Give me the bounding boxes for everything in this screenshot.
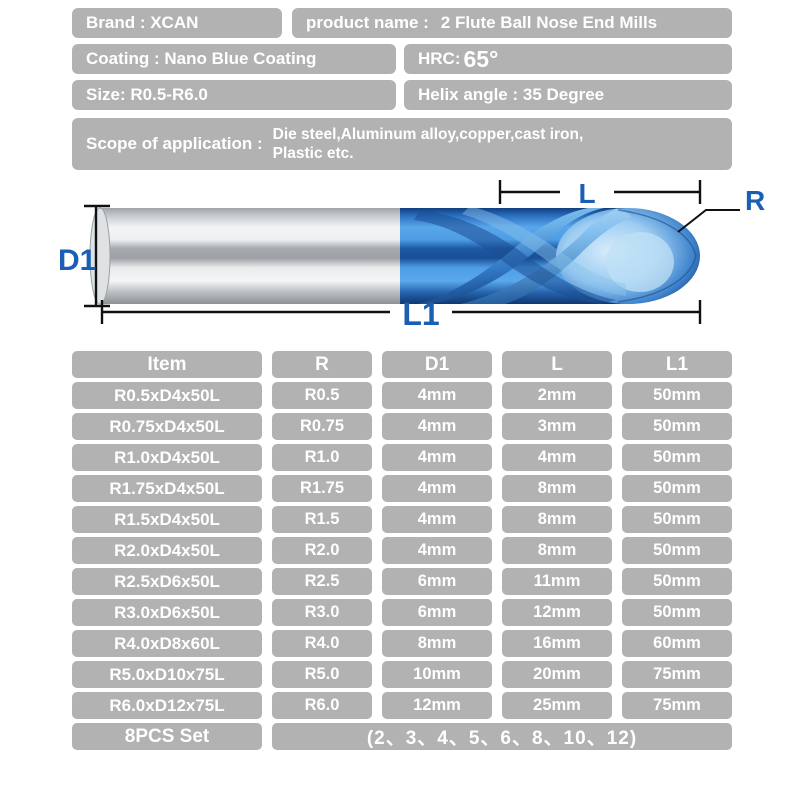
table-row-item: R5.0xD10x75L (72, 661, 262, 688)
table-cell: 50mm (622, 568, 732, 595)
spec-hrc: HRC: 65° (404, 44, 732, 74)
table-cell: R2.5 (272, 568, 372, 595)
table-cell: R3.0 (272, 599, 372, 626)
table-cell: 50mm (622, 506, 732, 533)
table-cell: R0.75 (272, 413, 372, 440)
table-cell: 75mm (622, 661, 732, 688)
table-cell: 4mm (382, 537, 492, 564)
table-header-l: L (502, 351, 612, 378)
table-cell: R4.0 (272, 630, 372, 657)
table-cell: 20mm (502, 661, 612, 688)
r-leader-line (677, 209, 740, 233)
table-cell: 8mm (502, 537, 612, 564)
table-cell: 50mm (622, 475, 732, 502)
table-header-r: R (272, 351, 372, 378)
spec-coating: Coating : Nano Blue Coating (72, 44, 396, 74)
table-cell: 16mm (502, 630, 612, 657)
table-row-item: R4.0xD8x60L (72, 630, 262, 657)
spec-hrc-value: 65° (463, 45, 499, 72)
table-cell: 4mm (382, 475, 492, 502)
table-row-item: R1.75xD4x50L (72, 475, 262, 502)
table-row-item: R0.5xD4x50L (72, 382, 262, 409)
table-row-item: R6.0xD12x75L (72, 692, 262, 719)
table-cell: 6mm (382, 599, 492, 626)
table-set-label: 8PCS Set (72, 723, 262, 750)
d1-label: D1 (58, 244, 96, 277)
spec-scope-label: Scope of application : (86, 134, 263, 153)
table-cell: R0.5 (272, 382, 372, 409)
table-cell: R5.0 (272, 661, 372, 688)
spec-size-label: Size: R0.5-R6.0 (86, 85, 208, 104)
table-row-item: R2.5xD6x50L (72, 568, 262, 595)
table-cell: 11mm (502, 568, 612, 595)
table-cell: 4mm (382, 382, 492, 409)
table-cell: 12mm (382, 692, 492, 719)
table-header-l1: L1 (622, 351, 732, 378)
spec-brand-label: Brand : XCAN (86, 13, 199, 32)
table-cell: 4mm (382, 444, 492, 471)
table-cell: 75mm (622, 692, 732, 719)
table-cell: R6.0 (272, 692, 372, 719)
table-row-item: R2.0xD4x50L (72, 537, 262, 564)
table-cell: 3mm (502, 413, 612, 440)
table-set-values: (2、3、4、5、6、8、10、12) (272, 723, 732, 750)
table-cell: R1.75 (272, 475, 372, 502)
table-row-item: R0.75xD4x50L (72, 413, 262, 440)
table-cell: 2mm (502, 382, 612, 409)
spec-scope-value: Die steel,Aluminum alloy,copper,cast iro… (273, 125, 584, 164)
table-cell: 4mm (382, 413, 492, 440)
table-cell: 12mm (502, 599, 612, 626)
l1-label: L1 (402, 296, 439, 332)
table-cell: 8mm (502, 506, 612, 533)
table-cell: 8mm (502, 475, 612, 502)
tool-shank (100, 208, 400, 304)
table-row-item: R3.0xD6x50L (72, 599, 262, 626)
spec-scope-of-application: Scope of application : Die steel,Aluminu… (72, 118, 732, 170)
table-cell: 50mm (622, 444, 732, 471)
table-cell: 8mm (382, 630, 492, 657)
table-cell: 4mm (382, 506, 492, 533)
table-cell: R1.0 (272, 444, 372, 471)
table-cell: 50mm (622, 413, 732, 440)
table-cell: 25mm (502, 692, 612, 719)
spec-hrc-label: HRC: (418, 49, 461, 68)
r-label: R (745, 185, 765, 216)
table-cell: 6mm (382, 568, 492, 595)
spec-product-name: product name : 2 Flute Ball Nose End Mil… (292, 8, 732, 38)
spec-scope-value-line2: Plastic etc. (272, 145, 354, 162)
table-header-d1: D1 (382, 351, 492, 378)
table-cell: 60mm (622, 630, 732, 657)
table-cell: 50mm (622, 382, 732, 409)
spec-product-name-value: 2 Flute Ball Nose End Mills (440, 13, 658, 32)
table-header-item: Item (72, 351, 262, 378)
table-cell: 4mm (502, 444, 612, 471)
table-cell: R1.5 (272, 506, 372, 533)
spec-coating-label: Coating : Nano Blue Coating (86, 49, 317, 68)
table-cell: 10mm (382, 661, 492, 688)
table-cell: R2.0 (272, 537, 372, 564)
spec-size: Size: R0.5-R6.0 (72, 80, 396, 110)
spec-helix-angle-label: Helix angle : 35 Degree (418, 85, 605, 104)
end-mill-illustration (89, 207, 700, 305)
table-row-item: R1.5xD4x50L (72, 506, 262, 533)
table-row-item: R1.0xD4x50L (72, 444, 262, 471)
table-cell: 50mm (622, 537, 732, 564)
product-diagram: D1 L L1 R (0, 170, 800, 345)
spec-scope-value-line1: Die steel,Aluminum alloy,copper,cast iro… (272, 125, 584, 143)
spec-brand: Brand : XCAN (72, 8, 282, 38)
table-cell: 50mm (622, 599, 732, 626)
spec-helix-angle: Helix angle : 35 Degree (404, 80, 732, 110)
spec-product-name-label: product name : (306, 13, 429, 32)
l-label: L (578, 178, 595, 209)
